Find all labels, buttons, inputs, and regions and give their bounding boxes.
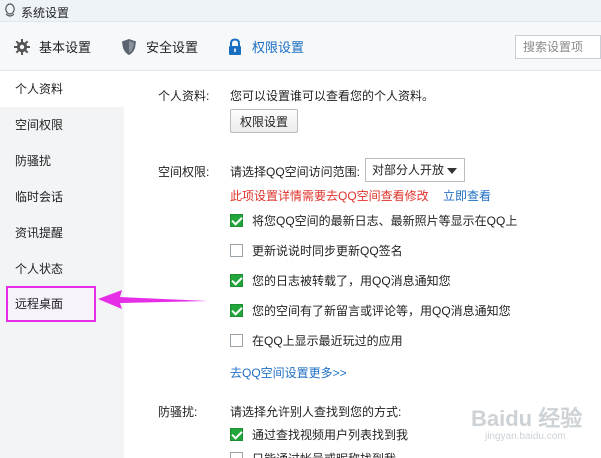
sidebar-item-temp-chat[interactable]: 临时会话 bbox=[0, 179, 124, 215]
chevron-down-icon bbox=[447, 168, 457, 174]
settings-sidebar: 个人资料 空间权限 防骚扰 临时会话 资讯提醒 个人状态 远程桌面 bbox=[0, 71, 124, 458]
space-option-label: 将您QQ空间的最新日志、最新照片等显示在QQ上 bbox=[252, 213, 518, 228]
harass-description: 请选择允许别人查找到您的方式: bbox=[230, 405, 402, 419]
sidebar-item-profile[interactable]: 个人资料 bbox=[0, 71, 124, 107]
profile-section-label: 个人资料: bbox=[158, 89, 210, 103]
tab-basic-label: 基本设置 bbox=[39, 40, 92, 55]
space-option-label: 您的日志被转载了，用QQ消息通知您 bbox=[252, 273, 451, 288]
space-warning-text: 此项设置详情需要去QQ空间查看修改 bbox=[230, 189, 429, 203]
checkbox-checked-icon[interactable] bbox=[230, 427, 243, 441]
settings-search-box[interactable] bbox=[515, 35, 601, 59]
harass-option-video-list[interactable]: 通过查找视频用户列表找到我 bbox=[230, 424, 408, 444]
sidebar-item-news-reminder[interactable]: 资讯提醒 bbox=[0, 215, 124, 251]
checkbox-checked-icon[interactable] bbox=[230, 303, 243, 317]
gear-icon bbox=[14, 38, 30, 55]
settings-content: 个人资料: 您可以设置谁可以查看您的个人资料。 权限设置 空间权限: 请选择QQ… bbox=[124, 71, 601, 458]
space-option-sync-signature[interactable]: 更新说说时同步更新QQ签名 bbox=[230, 240, 403, 260]
tab-basic-settings[interactable]: 基本设置 bbox=[13, 22, 91, 71]
space-section-label: 空间权限: bbox=[158, 165, 210, 179]
checkbox-unchecked-icon[interactable] bbox=[230, 243, 243, 257]
space-option-repost-notify[interactable]: 您的日志被转载了，用QQ消息通知您 bbox=[230, 270, 451, 290]
tab-permission-settings[interactable]: 权限设置 bbox=[226, 22, 304, 71]
sidebar-item-anti-harassment[interactable]: 防骚扰 bbox=[0, 143, 124, 179]
profile-permission-button[interactable]: 权限设置 bbox=[230, 109, 298, 133]
tab-security-settings[interactable]: 安全设置 bbox=[120, 22, 198, 71]
window-title: 系统设置 bbox=[21, 6, 70, 20]
checkbox-checked-icon[interactable] bbox=[230, 273, 243, 287]
watermark-url: jingyan.baidu.com bbox=[485, 431, 566, 442]
lock-icon bbox=[229, 37, 241, 55]
space-option-label: 在QQ上显示最近玩过的应用 bbox=[252, 333, 403, 348]
space-option-comment-notify[interactable]: 您的空间有了新留言或评论等，用QQ消息通知您 bbox=[230, 300, 511, 320]
harass-option-account-only[interactable]: 只能通过帐号或昵称找到我 bbox=[230, 448, 396, 458]
space-scope-dropdown[interactable]: 对部分人开放 bbox=[365, 158, 465, 182]
space-more-settings-link[interactable]: 去QQ空间设置更多>> bbox=[230, 364, 347, 381]
space-option-recent-apps[interactable]: 在QQ上显示最近玩过的应用 bbox=[230, 330, 403, 350]
profile-description: 您可以设置谁可以查看您的个人资料。 bbox=[230, 89, 435, 103]
checkbox-unchecked-icon[interactable] bbox=[230, 333, 243, 347]
space-scope-value: 对部分人开放 bbox=[372, 163, 445, 177]
checkbox-checked-icon[interactable] bbox=[230, 213, 243, 227]
space-scope-label: 请选择QQ空间访问范围: bbox=[230, 165, 361, 179]
qq-penguin-icon bbox=[5, 3, 15, 17]
tab-permission-label: 权限设置 bbox=[252, 40, 305, 55]
settings-tabbar: 基本设置 安全设置 权限设置 bbox=[0, 22, 601, 71]
checkbox-unchecked-icon[interactable] bbox=[230, 451, 243, 458]
settings-search-input[interactable] bbox=[516, 36, 600, 58]
harass-option-label: 通过查找视频用户列表找到我 bbox=[252, 427, 409, 442]
sidebar-item-space-permission[interactable]: 空间权限 bbox=[0, 107, 124, 143]
harass-option-label: 只能通过帐号或昵称找到我 bbox=[252, 450, 396, 458]
space-option-label: 您的空间有了新留言或评论等，用QQ消息通知您 bbox=[252, 303, 511, 318]
baidu-jingyan-watermark: Baidu 经验 jingyan.baidu.com bbox=[463, 401, 601, 458]
title-bar: 系统设置 bbox=[0, 0, 601, 22]
space-option-show-updates[interactable]: 将您QQ空间的最新日志、最新照片等显示在QQ上 bbox=[230, 210, 517, 230]
space-option-label: 更新说说时同步更新QQ签名 bbox=[252, 243, 403, 258]
view-now-link[interactable]: 立即查看 bbox=[443, 187, 491, 204]
watermark-brand: Baidu 经验 bbox=[471, 406, 583, 431]
tab-security-label: 安全设置 bbox=[146, 40, 199, 55]
harass-section-label: 防骚扰: bbox=[158, 405, 198, 419]
shield-icon bbox=[122, 38, 136, 55]
